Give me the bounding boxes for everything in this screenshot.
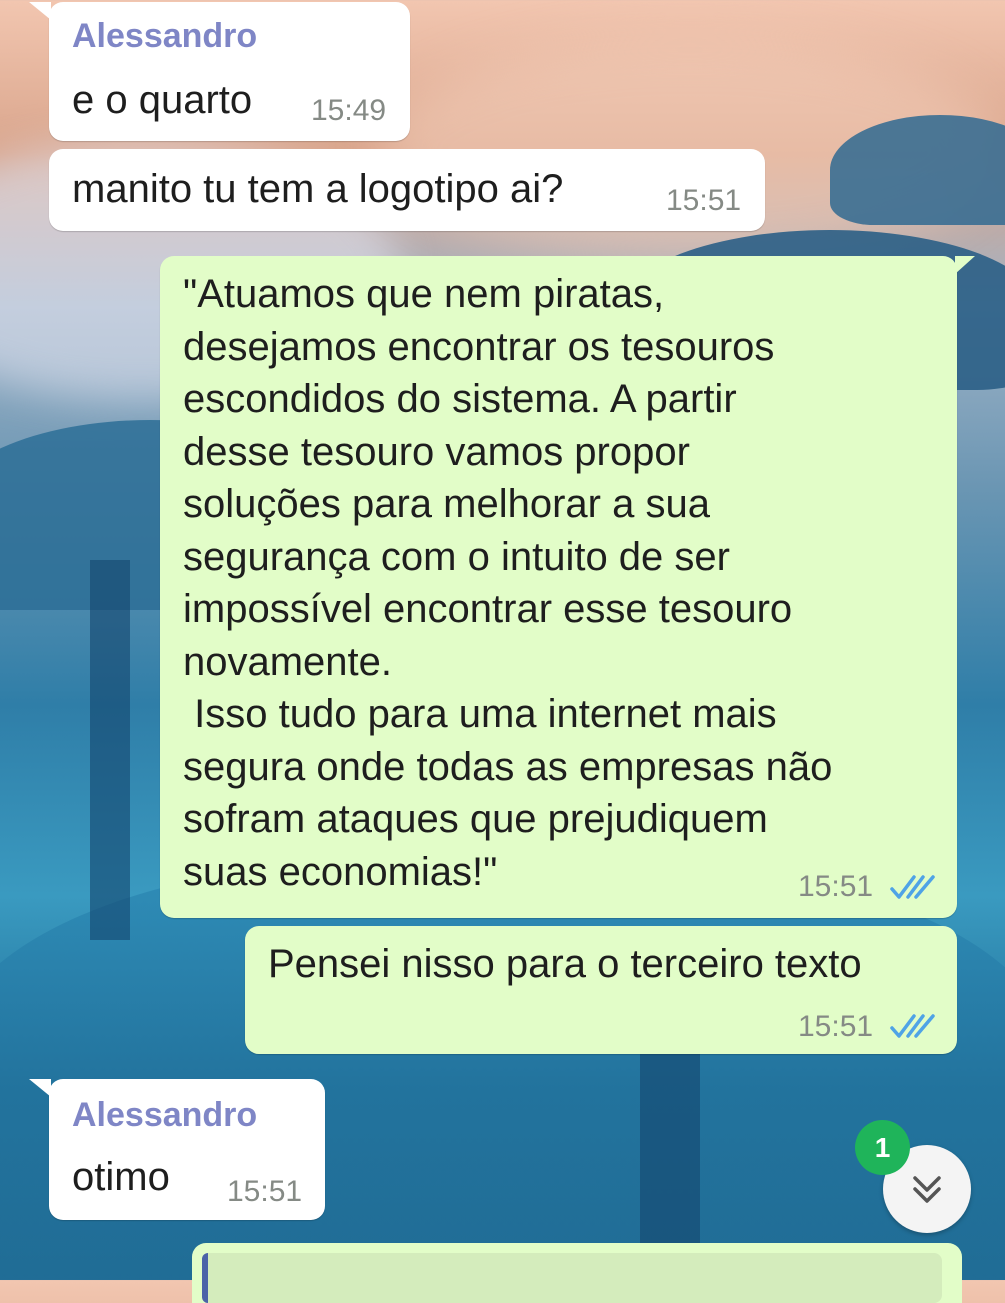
message-time: 15:51 (798, 870, 874, 903)
message-text: e o quarto (72, 78, 253, 122)
message-time: 15:49 (311, 94, 387, 127)
incoming-message-bubble[interactable]: Alessandro e o quarto 15:49 (29, 2, 410, 141)
read-receipt-icon (890, 875, 935, 899)
sender-name[interactable]: Alessandro (72, 17, 257, 56)
quoted-reply-preview (202, 1253, 942, 1303)
read-receipt-icon (890, 1014, 935, 1038)
message-time: 15:51 (227, 1175, 303, 1208)
quote-accent-bar (202, 1253, 208, 1303)
message-text: manito tu tem a logotipo ai? (72, 167, 564, 211)
outgoing-message-bubble-partial[interactable] (192, 1243, 962, 1303)
message-time: 15:51 (666, 184, 742, 217)
outgoing-message-bubble[interactable]: Pensei nisso para o terceiro texto 15:51 (245, 926, 957, 1054)
incoming-message-bubble[interactable]: manito tu tem a logotipo ai? 15:51 (49, 149, 765, 231)
message-text: otimo (72, 1155, 170, 1199)
message-time: 15:51 (798, 1010, 874, 1043)
incoming-message-bubble[interactable]: Alessandro otimo 15:51 (29, 1079, 325, 1220)
message-text: Pensei nisso para o terceiro texto (268, 942, 862, 986)
sender-name[interactable]: Alessandro (72, 1096, 257, 1135)
outgoing-message-bubble[interactable]: "Atuamos que nem piratas, desejamos enco… (160, 256, 975, 918)
message-text: "Atuamos que nem piratas, desejamos enco… (183, 272, 833, 894)
unread-count-badge: 1 (855, 1120, 910, 1175)
double-chevron-down-icon (913, 1176, 941, 1203)
